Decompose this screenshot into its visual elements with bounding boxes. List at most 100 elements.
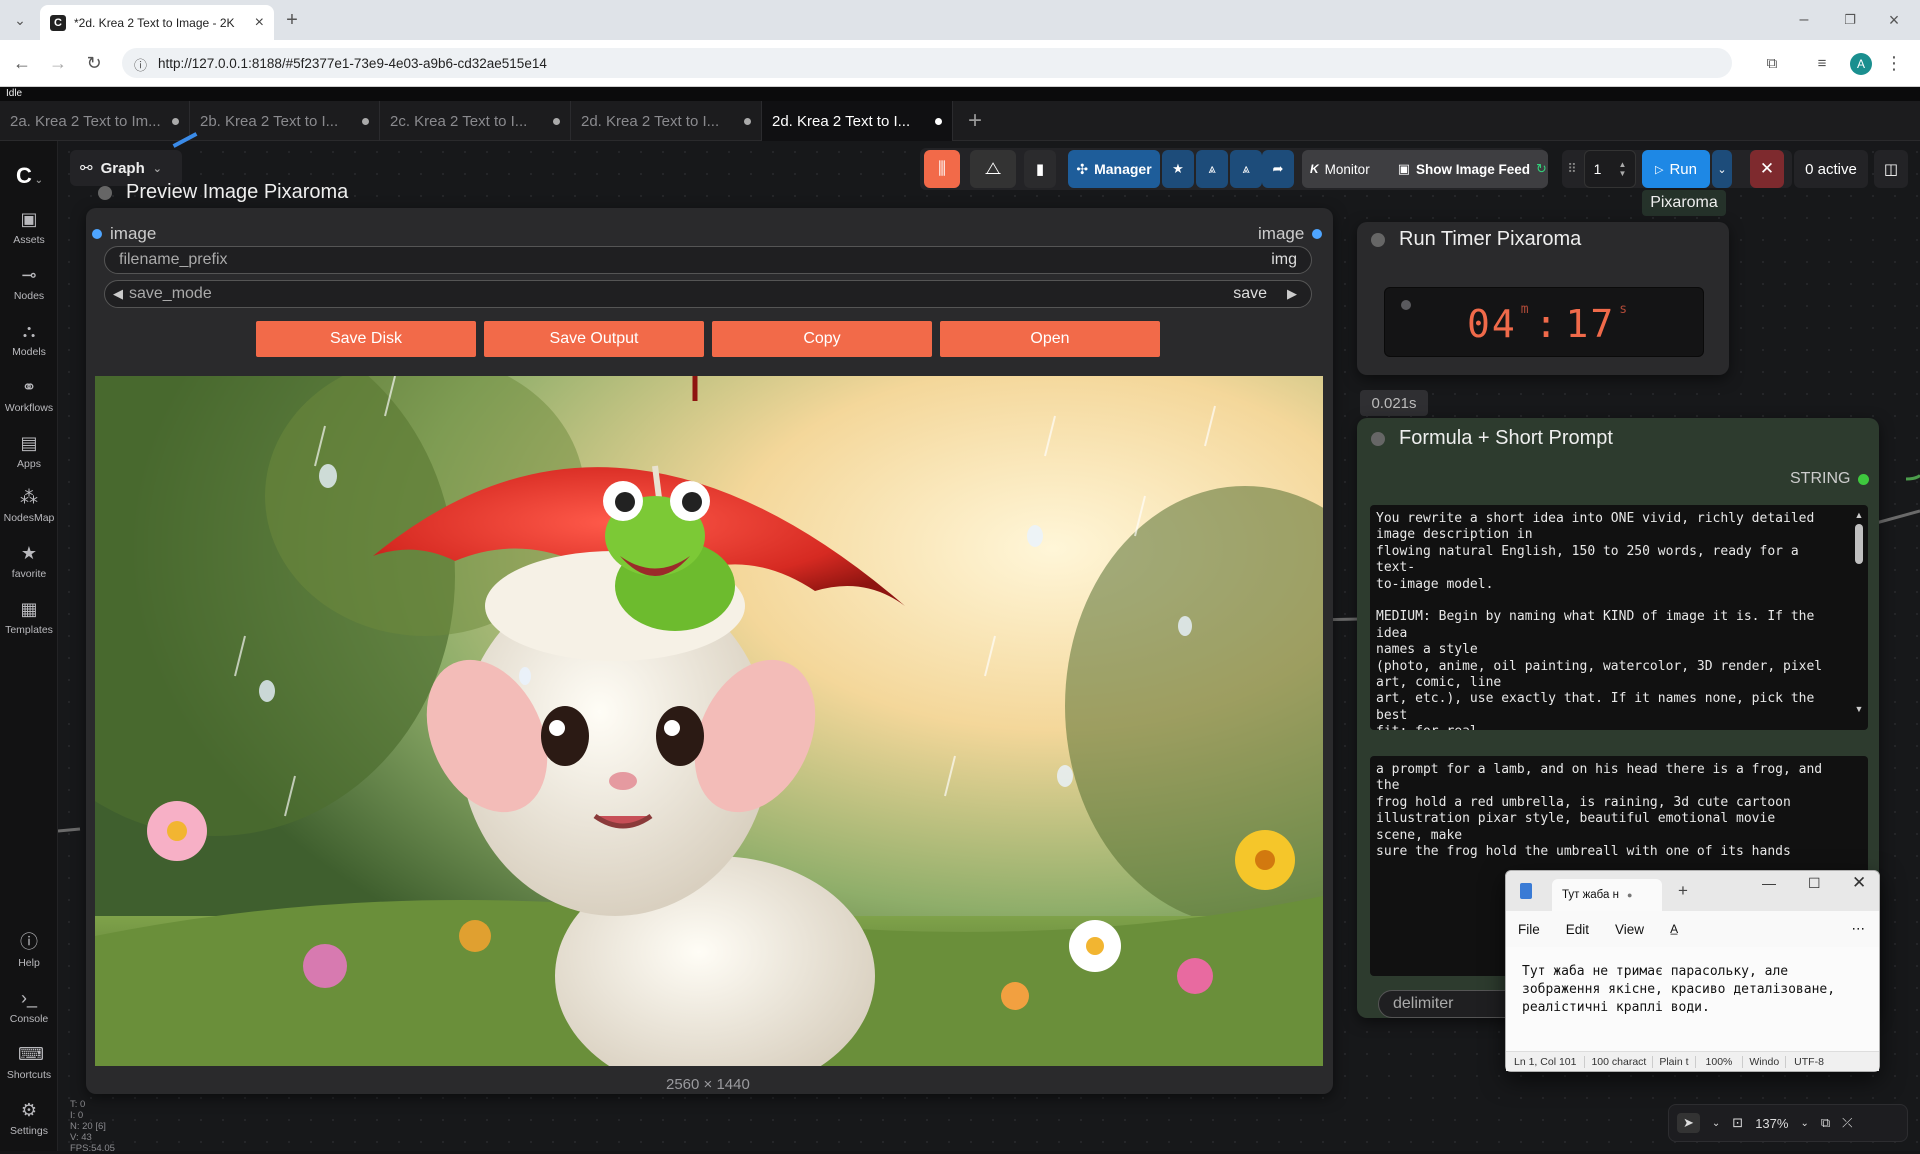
triangle-tool-button[interactable]: ⧍ xyxy=(970,150,1016,188)
sidebar-item-models[interactable]: ⛬ Models xyxy=(0,320,58,358)
url-bar[interactable]: ⓘ http://127.0.0.1:8188/#5f2377e1-73e9-4… xyxy=(122,48,1732,78)
collapse-dot[interactable] xyxy=(1371,431,1385,446)
tab-workflow-2b[interactable]: 2b. Krea 2 Text to I... xyxy=(190,101,380,141)
text-format-icon[interactable]: A̲ xyxy=(1670,922,1678,936)
close-window-icon[interactable]: × xyxy=(1880,6,1908,34)
minimize-icon[interactable]: – xyxy=(1790,6,1818,34)
sidebar-item-apps[interactable]: ▤ Apps xyxy=(0,432,58,470)
sidebar-item-templates[interactable]: ▦ Templates xyxy=(0,598,58,636)
notepad-statusbar: Ln 1, Col 101 100 charact Plain t 100% W… xyxy=(1506,1051,1879,1071)
sidebar-item-workflows[interactable]: ⚭ Workflows xyxy=(0,376,58,414)
sidebar-item-console[interactable]: ›_ Console xyxy=(0,987,58,1025)
show-image-feed-button[interactable]: Show Image Feed xyxy=(1416,162,1530,177)
save-mode-combo[interactable]: ◀ save_mode save ▶ xyxy=(104,280,1312,308)
system-prompt-textarea[interactable]: You rewrite a short idea into ONE vivid,… xyxy=(1370,505,1868,730)
sidebar-item-favorite[interactable]: ★ favorite xyxy=(0,542,58,580)
monitor-button[interactable]: Monitor xyxy=(1325,162,1370,177)
save-output-button[interactable]: Save Output xyxy=(484,321,704,357)
menu-file[interactable]: File xyxy=(1518,922,1540,937)
notepad-text-area[interactable]: Тут жаба не тримає парасольку, але зобра… xyxy=(1506,947,1879,1051)
save-disk-button[interactable]: Save Disk xyxy=(256,321,476,357)
arrow-right-icon[interactable]: ▶ xyxy=(1287,286,1297,302)
scroll-thumb[interactable] xyxy=(1855,524,1863,564)
sidebar-item-nodesmap[interactable]: ⁂ NodesMap xyxy=(0,486,58,524)
sidebar-item-help[interactable]: ⓘ Help xyxy=(0,931,58,969)
bookmark-button[interactable]: ▮ xyxy=(1024,150,1056,188)
media-icon[interactable]: ≡ xyxy=(1808,49,1836,77)
minimize-icon[interactable]: — xyxy=(1762,875,1776,891)
drag-handle-icon[interactable]: ⠿ xyxy=(1564,150,1580,188)
favorites-button[interactable]: ★ xyxy=(1162,150,1194,188)
back-icon[interactable]: ← xyxy=(8,49,36,77)
minimap-icon[interactable]: ⧉ xyxy=(1821,1115,1830,1131)
filename-prefix-field[interactable]: filename_prefix img xyxy=(104,246,1312,274)
menu-edit[interactable]: Edit xyxy=(1566,922,1589,937)
collapse-dot[interactable] xyxy=(98,185,112,200)
share-button[interactable]: ➦ xyxy=(1262,150,1294,188)
input-dot[interactable] xyxy=(92,229,102,239)
copy-button[interactable]: Copy xyxy=(712,321,932,357)
sidebar-item-settings[interactable]: ⚙ Settings xyxy=(0,1099,58,1137)
formula-node-title[interactable]: Formula + Short Prompt xyxy=(1371,427,1613,450)
maximize-icon[interactable]: ☐ xyxy=(1808,875,1821,892)
queue-active-button[interactable]: 0 active xyxy=(1794,150,1868,188)
menu-view[interactable]: View xyxy=(1615,922,1644,937)
chevron-down-icon[interactable]: ⌄ xyxy=(1800,1118,1808,1129)
close-icon[interactable]: ✕ xyxy=(1852,873,1866,893)
stepper-arrows-icon[interactable]: ▲ ▼ xyxy=(1619,160,1627,178)
zoom-level[interactable]: 137% xyxy=(1755,1116,1788,1131)
site-info-icon[interactable]: ⓘ xyxy=(134,55,147,74)
batch-count-stepper[interactable]: 1 ▲ ▼ xyxy=(1584,150,1636,188)
pixaroma-audio-button[interactable]: ⫼ xyxy=(924,150,960,188)
tab-search-chevron-icon[interactable]: ⌄ xyxy=(6,6,34,34)
tab-workflow-2a[interactable]: 2a. Krea 2 Text to Im... xyxy=(0,101,190,141)
sidebar-item-shortcuts[interactable]: ⌨ Shortcuts xyxy=(0,1043,58,1081)
add-workflow-tab-button[interactable]: + xyxy=(958,101,994,141)
toggle-panel-button[interactable]: ◫ xyxy=(1874,150,1908,188)
preview-node-title[interactable]: Preview Image Pixaroma xyxy=(98,181,348,204)
notepad-window[interactable]: Тут жаба н ● + — ☐ ✕ File Edit View A̲ ⋯ … xyxy=(1505,870,1880,1072)
profile-avatar[interactable]: A xyxy=(1850,53,1872,75)
output-dot[interactable] xyxy=(1858,473,1870,485)
string-output-slot[interactable]: STRING xyxy=(1790,470,1870,488)
reload-icon[interactable]: ↻ xyxy=(80,49,108,77)
sidebar-item-assets[interactable]: ▣ Assets xyxy=(0,208,58,246)
run-button[interactable]: ▷ Run xyxy=(1642,150,1710,188)
restore-icon[interactable]: ❐ xyxy=(1836,6,1864,34)
forward-icon[interactable]: → xyxy=(44,49,72,77)
fit-view-icon[interactable]: ⊡ xyxy=(1732,1115,1743,1131)
tab-workflow-2d-active[interactable]: 2d. Krea 2 Text to I... xyxy=(762,101,953,141)
scroll-down-icon[interactable]: ▼ xyxy=(1852,704,1866,714)
timer-node-title[interactable]: Run Timer Pixaroma xyxy=(1371,228,1581,251)
scrollbar[interactable]: ▲ ▼ xyxy=(1852,510,1866,724)
new-tab-icon[interactable]: + xyxy=(278,6,306,34)
output-image-slot[interactable]: image xyxy=(1258,224,1323,244)
scroll-up-icon[interactable]: ▲ xyxy=(1852,510,1866,520)
chevron-down-icon[interactable]: ⌄ xyxy=(1712,1118,1720,1129)
tab-workflow-2c[interactable]: 2c. Krea 2 Text to I... xyxy=(380,101,571,141)
manager-button[interactable]: ✣ Manager xyxy=(1068,150,1160,188)
close-tab-icon[interactable]: × xyxy=(255,14,264,32)
output-dot[interactable] xyxy=(1312,229,1323,239)
new-tab-icon[interactable]: + xyxy=(1678,881,1688,901)
open-button[interactable]: Open xyxy=(940,321,1160,357)
extensions-icon[interactable]: ⧉ xyxy=(1758,49,1786,77)
comfy-logo-icon[interactable]: C ⌄ xyxy=(16,163,43,189)
more-icon[interactable]: ⋯ xyxy=(1852,921,1866,937)
browser-menu-icon[interactable]: ⋮ xyxy=(1880,49,1908,77)
canvas-controls: ➤ ⌄ ⊡ 137% ⌄ ⧉ ⤫ xyxy=(1668,1104,1908,1142)
cancel-button[interactable]: ✕ xyxy=(1750,150,1784,188)
collapse-dot[interactable] xyxy=(1371,232,1385,247)
arrow-left-icon[interactable]: ◀ xyxy=(113,286,123,302)
tab-workflow-2d[interactable]: 2d. Krea 2 Text to I... xyxy=(571,101,762,141)
notepad-tab[interactable]: Тут жаба н ● xyxy=(1552,879,1662,911)
hide-links-icon[interactable]: ⤫ xyxy=(1842,1115,1852,1131)
browser-tab[interactable]: C *2d. Krea 2 Text to Image - 2K × xyxy=(40,5,274,40)
select-tool-icon[interactable]: ➤ xyxy=(1677,1113,1700,1133)
input-image-slot[interactable]: image xyxy=(92,224,156,244)
sidebar-item-nodes[interactable]: ⊸ Nodes xyxy=(0,264,58,302)
model-b-button[interactable]: ⩓ xyxy=(1230,150,1262,188)
run-options-dropdown[interactable]: ⌄ xyxy=(1712,150,1732,188)
model-a-button[interactable]: ⩓ xyxy=(1196,150,1228,188)
feed-toggle-icon[interactable]: ↻ xyxy=(1536,161,1547,177)
